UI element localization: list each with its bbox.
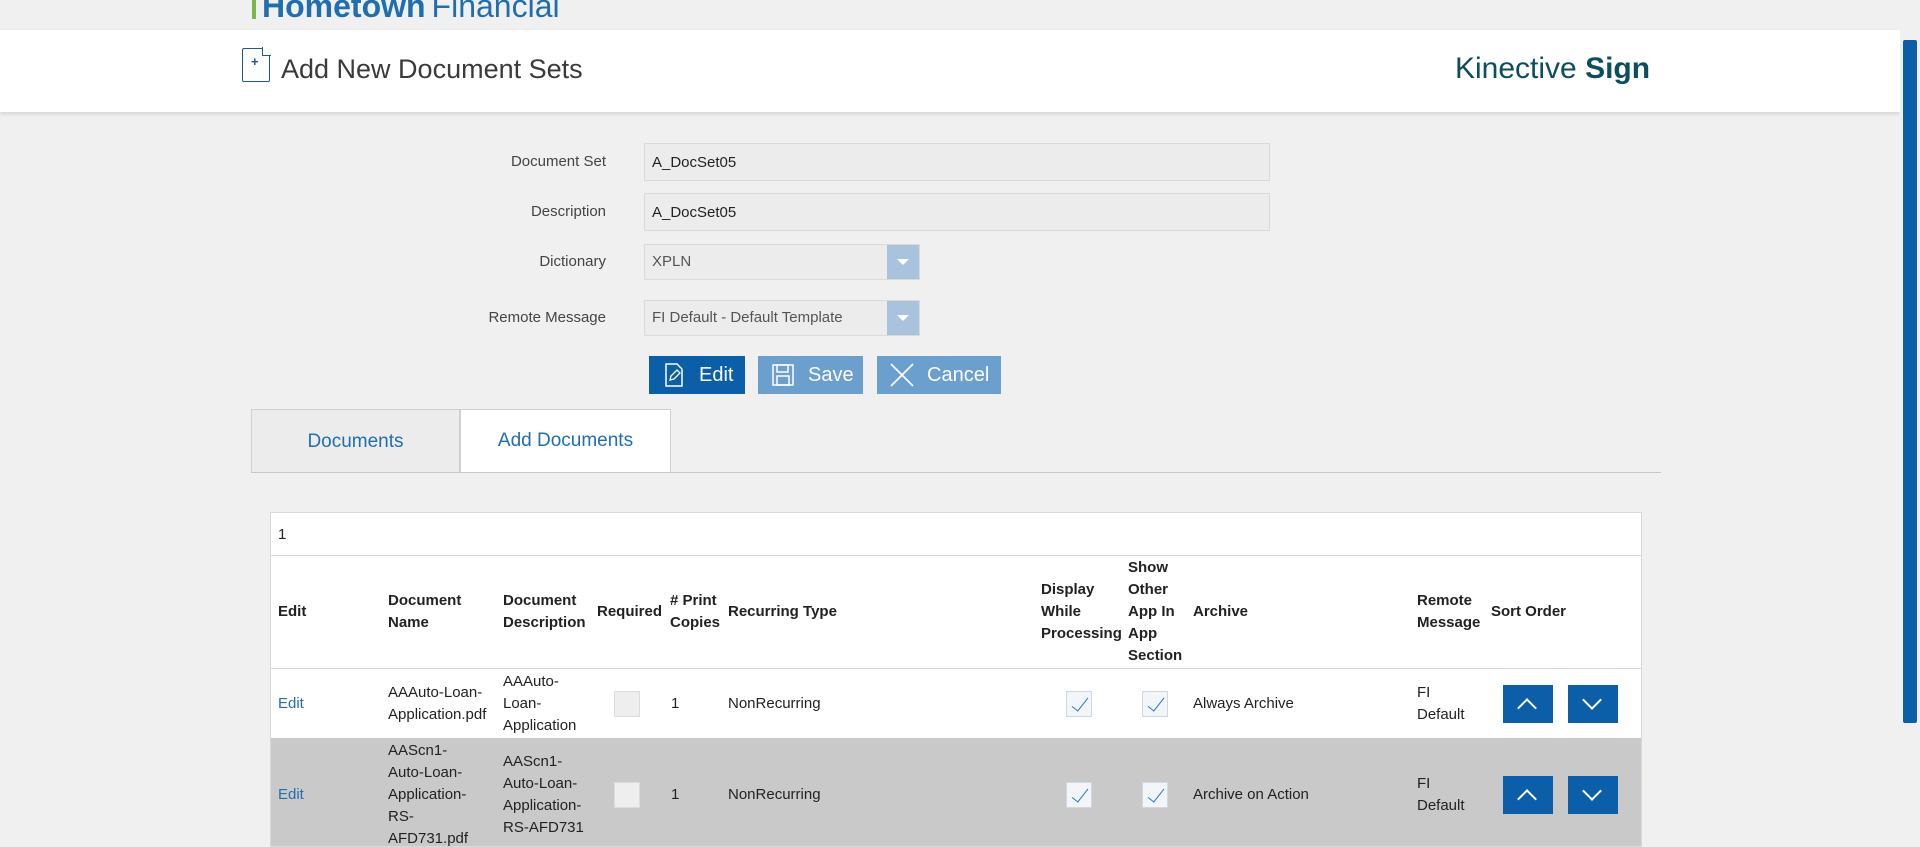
recurring-type: NonRecurring: [728, 786, 821, 803]
save-icon: [770, 362, 796, 388]
brand-logo[interactable]: Hometown Financial: [252, 0, 560, 25]
header-recurring-type: Recurring Type: [728, 603, 837, 620]
page-title: Add New Document Sets: [281, 54, 583, 84]
save-button[interactable]: Save: [758, 356, 863, 394]
sort-up-button[interactable]: [1503, 776, 1553, 814]
remote-message-value: FI Default: [1417, 683, 1465, 723]
remote-message-value: FI Default: [1417, 775, 1465, 814]
chevron-down-icon[interactable]: [887, 301, 919, 335]
recurring-type: NonRecurring: [728, 694, 821, 712]
display-while-processing-checkbox[interactable]: [1066, 782, 1092, 808]
header-required: Required: [597, 603, 663, 620]
add-document-icon: +: [242, 47, 271, 82]
brand-bar: Hometown Financial: [0, 0, 1920, 30]
dictionary-select[interactable]: XPLN: [644, 244, 920, 280]
header-print-copies: # Print Copies: [670, 592, 721, 631]
show-other-app-checkbox[interactable]: [1142, 690, 1168, 717]
header-sort-order: Sort Order: [1491, 603, 1567, 620]
product-logo: Kinective Sign: [1455, 52, 1650, 86]
document-name: AAAuto-Loan-Application.pdf: [388, 683, 487, 723]
header-archive: Archive: [1193, 603, 1249, 620]
sort-down-button[interactable]: [1568, 684, 1618, 723]
header-display-while-processing: Display While Processing: [1041, 581, 1122, 642]
header-show-other-app: Show Other App In App Section: [1128, 559, 1183, 664]
document-name: AAScn1-Auto-Loan-Application-RS-AFD731.p…: [388, 742, 469, 847]
tab-documents[interactable]: Documents: [251, 409, 460, 473]
row-edit-link[interactable]: Edit: [278, 784, 304, 806]
sort-up-button[interactable]: [1503, 684, 1553, 723]
print-copies: 1: [671, 694, 680, 712]
product-name-light: Kinective: [1455, 52, 1577, 85]
product-name-bold: Sign: [1585, 52, 1651, 85]
dictionary-label: Dictionary: [539, 253, 606, 270]
tab-add-documents[interactable]: Add Documents: [460, 409, 671, 473]
brand-name-bold: Hometown: [262, 0, 426, 24]
document-set-label: Document Set: [510, 153, 606, 170]
table-row: Edit AAAuto-Loan-Application.pdf AAAuto-…: [271, 669, 1641, 738]
remote-message-select[interactable]: FI Default - Default Template: [644, 300, 920, 336]
edit-button[interactable]: Edit: [649, 356, 745, 394]
cancel-button[interactable]: Cancel: [877, 356, 1001, 394]
remote-message-value: FI Default - Default Template: [652, 309, 843, 326]
tab-divider: [251, 472, 1661, 473]
brand-mark: [252, 0, 256, 19]
brand-name-light: Financial: [431, 0, 560, 24]
row-edit-link[interactable]: Edit: [278, 693, 304, 715]
show-other-app-checkbox[interactable]: [1142, 782, 1168, 808]
page-number[interactable]: 1: [278, 526, 286, 543]
close-icon: [889, 362, 915, 388]
table-row: Edit AAScn1-Auto-Loan-Application-RS-AFD…: [271, 738, 1641, 847]
required-checkbox[interactable]: [614, 690, 640, 717]
chevron-down-icon[interactable]: [887, 245, 919, 279]
header-edit: Edit: [278, 603, 307, 620]
print-copies: 1: [671, 786, 680, 803]
table-header: Edit Document Name Document Description …: [271, 556, 1641, 669]
header-document-description: Document Description: [503, 592, 586, 631]
scrollbar-thumb[interactable]: [1903, 40, 1917, 723]
save-button-label: Save: [808, 363, 854, 386]
required-checkbox[interactable]: [614, 782, 640, 808]
display-while-processing-checkbox[interactable]: [1066, 690, 1092, 717]
document-set-input[interactable]: [644, 143, 1270, 181]
header-document-name: Document Name: [388, 592, 462, 631]
sort-down-button[interactable]: [1568, 776, 1618, 814]
description-label: Description: [530, 203, 606, 220]
documents-table: 1 Edit Document Name Document Descriptio…: [270, 512, 1642, 847]
edit-button-label: Edit: [699, 363, 734, 386]
remote-message-label: Remote Message: [488, 309, 606, 326]
dictionary-value: XPLN: [652, 253, 692, 270]
header-remote-message: Remote Message: [1417, 592, 1481, 631]
archive-value: Archive on Action: [1193, 786, 1309, 803]
document-description: AAAuto-Loan-Application: [503, 672, 577, 734]
document-description: AAScn1-Auto-Loan-Application-RS-AFD731: [503, 753, 584, 836]
description-input[interactable]: [644, 193, 1270, 231]
page-header: + Add New Document Sets Kinective Sign: [0, 30, 1900, 112]
cancel-button-label: Cancel: [927, 363, 990, 386]
archive-value: Always Archive: [1193, 694, 1294, 712]
pagination: 1: [271, 513, 1641, 556]
edit-document-icon: [661, 362, 687, 388]
